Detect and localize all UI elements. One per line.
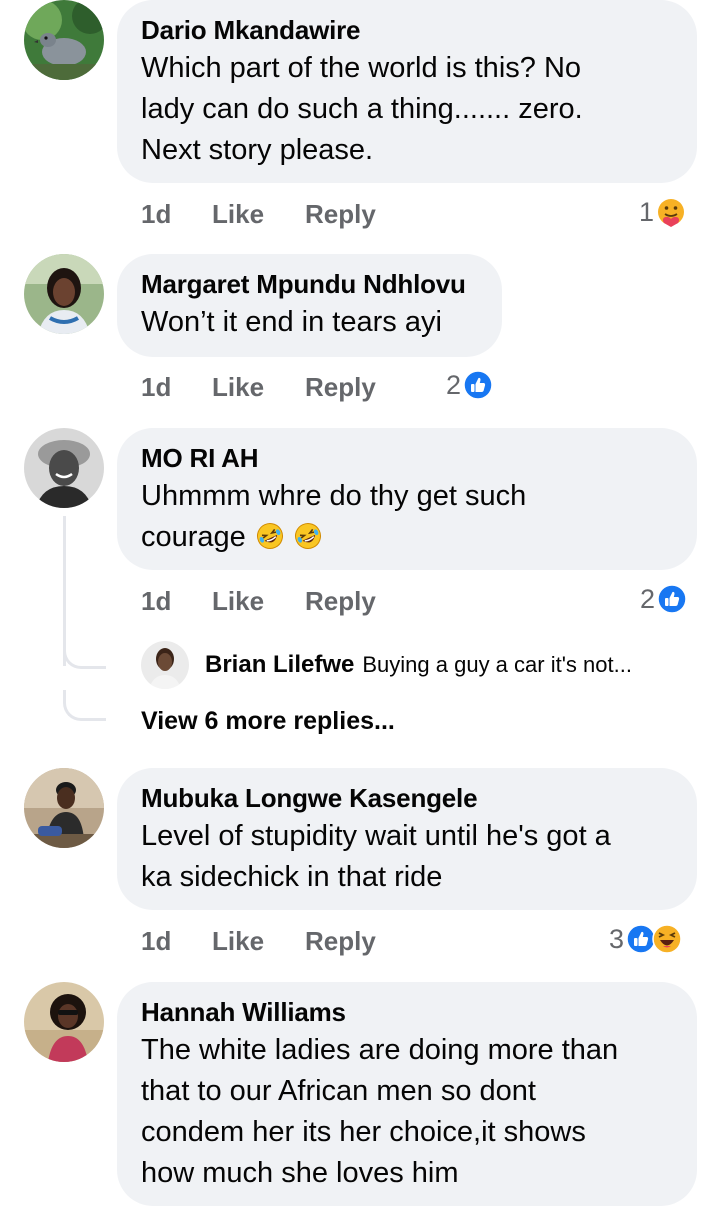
comment-author[interactable]: Dario Mkandawire <box>141 14 673 46</box>
comment-text-line: that to our African men so dont <box>141 1075 536 1107</box>
comment-author[interactable]: Hannah Williams <box>141 996 673 1028</box>
reply-button[interactable]: Reply <box>305 196 376 232</box>
comment-text: The white ladies are doing more than tha… <box>141 1030 673 1194</box>
like-reaction-icon <box>463 370 493 400</box>
comment-bubble: Dario Mkandawire Which part of the world… <box>117 0 697 183</box>
haha-reaction-icon <box>652 924 682 954</box>
comment-text-line: Won’t it end in tears ayi <box>141 306 442 338</box>
comment-text: Level of stupidity wait until he's got a… <box>141 816 673 898</box>
reply-button[interactable]: Reply <box>305 583 376 619</box>
reaction-count: 2 <box>446 370 462 400</box>
comment-text-line: Level of stupidity wait until he's got a <box>141 820 611 852</box>
care-reaction-icon <box>656 197 686 227</box>
comment-time[interactable]: 1d <box>141 369 171 405</box>
view-more-replies-link[interactable]: View 6 more replies... <box>141 707 395 736</box>
reaction-summary[interactable]: 2 <box>640 581 687 617</box>
comment-text-line: The white ladies are doing more than <box>141 1034 619 1066</box>
comment-bubble: Margaret Mpundu Ndhlovu Won’t it end in … <box>117 254 502 357</box>
comment-bubble: Hannah Williams The white ladies are doi… <box>117 982 697 1206</box>
comment-time[interactable]: 1d <box>141 196 171 232</box>
thread-connector <box>63 690 106 721</box>
comments-list: Dario Mkandawire Which part of the world… <box>0 0 720 1217</box>
comment-actions: 1d Like Reply <box>141 369 441 405</box>
comment-actions: 1d Like Reply <box>141 923 441 959</box>
reaction-summary[interactable]: 2 <box>446 367 493 403</box>
reaction-summary[interactable]: 3 <box>609 921 682 957</box>
comment-text: Won’t it end in tears ayi <box>141 302 478 343</box>
reply-button[interactable]: Reply <box>305 923 376 959</box>
comment-author[interactable]: MO RI AH <box>141 442 673 474</box>
reaction-count: 1 <box>639 197 655 227</box>
like-reaction-icon <box>657 584 687 614</box>
comment-time[interactable]: 1d <box>141 583 171 619</box>
comment-text-line: Which part of the world is this? No <box>141 52 582 84</box>
reply-button[interactable]: Reply <box>305 369 376 405</box>
reaction-count: 3 <box>609 924 625 954</box>
avatar[interactable] <box>24 0 104 80</box>
like-button[interactable]: Like <box>212 196 264 232</box>
comment-text-fragment: courage <box>141 521 246 553</box>
comment-text-line: courage <box>141 517 673 558</box>
rolling-laughing-emoji-icon <box>256 522 284 550</box>
comment-author[interactable]: Mubuka Longwe Kasengele <box>141 782 673 814</box>
comment-time[interactable]: 1d <box>141 923 171 959</box>
comment-text-line: lady can do such a thing....... zero. <box>141 93 583 125</box>
avatar[interactable] <box>24 768 104 848</box>
comment-text-line: Uhmmm whre do thy get such <box>141 480 527 512</box>
reply-author[interactable]: Brian Lilefwe <box>205 651 354 679</box>
comment-bubble: Mubuka Longwe Kasengele Level of stupidi… <box>117 768 697 910</box>
reaction-count: 2 <box>640 584 656 614</box>
comment-text-line: how much she loves him <box>141 1157 459 1189</box>
comment-text: Which part of the world is this? No lady… <box>141 48 673 171</box>
like-button[interactable]: Like <box>212 369 264 405</box>
avatar[interactable] <box>24 982 104 1062</box>
thread-connector <box>63 640 106 669</box>
comment-bubble: MO RI AH Uhmmm whre do thy get such cour… <box>117 428 697 570</box>
comment-text-line: Next story please. <box>141 134 374 166</box>
reaction-summary[interactable]: 1 <box>639 194 686 230</box>
comment-text-line: condem her its her choice,it shows <box>141 1116 586 1148</box>
comment-author[interactable]: Margaret Mpundu Ndhlovu <box>141 268 478 300</box>
avatar[interactable] <box>24 428 104 508</box>
reply-text: Buying a guy a car it's not... <box>362 652 632 677</box>
reply-preview[interactable]: Brian Lilefwe Buying a guy a car it's no… <box>141 640 632 690</box>
comment-text-line: ka sidechick in that ride <box>141 861 443 893</box>
comment-text: Uhmmm whre do thy get such courage <box>141 476 673 558</box>
like-button[interactable]: Like <box>212 583 264 619</box>
avatar[interactable] <box>24 254 104 334</box>
rolling-laughing-emoji-icon <box>294 522 322 550</box>
comment-actions: 1d Like Reply <box>141 196 441 232</box>
like-button[interactable]: Like <box>212 923 264 959</box>
comment-actions: 1d Like Reply <box>141 583 441 619</box>
avatar[interactable] <box>141 641 189 689</box>
